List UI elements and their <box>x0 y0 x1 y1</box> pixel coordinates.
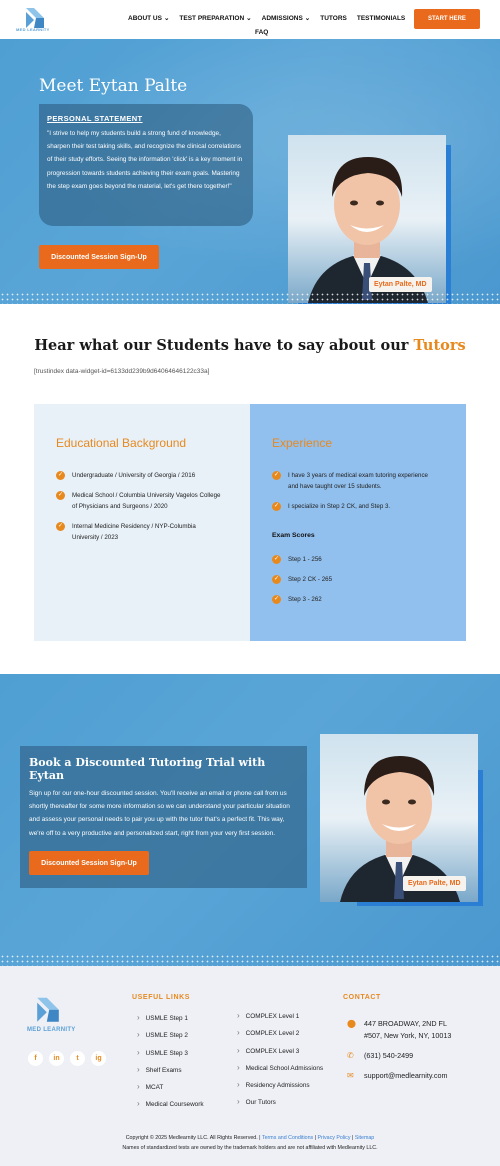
privacy-link[interactable]: Privacy Policy <box>318 1135 351 1141</box>
footer-link[interactable]: Medical School Admissions <box>237 1060 323 1077</box>
top-nav: MED LEARNITY ABOUT US ⌄ TEST PREPARATION ⌄… <box>0 0 500 39</box>
copyright-bar: Copyright © 2025 Medlearnity LLC. All Ri… <box>0 1133 500 1153</box>
experience-list: ✓ I have 3 years of medical exam tutoring… <box>272 470 440 521</box>
copyright-text: Copyright © 2025 Medlearnity LLC. All Ri… <box>125 1135 261 1141</box>
useful-links-heading: USEFUL LINKS <box>132 994 191 1001</box>
menu-admissions[interactable]: ADMISSIONS ⌄ <box>262 14 311 23</box>
check-circle-icon: ✓ <box>272 595 281 604</box>
footer-link[interactable]: USMLE Step 1 <box>137 1010 204 1027</box>
list-item: ✓ Internal Medicine Residency / NYP-Colum… <box>56 522 196 541</box>
logo-text: MED LEARNITY <box>16 27 50 32</box>
dotted-divider <box>0 954 500 966</box>
footer-link[interactable]: USMLE Step 2 <box>137 1027 204 1044</box>
terms-link[interactable]: Terms and Conditions <box>262 1135 313 1141</box>
list-item: ✓ Step 2 CK - 265 <box>272 575 333 584</box>
start-here-button[interactable]: START HERE <box>414 9 480 29</box>
personal-statement-card: PERSONAL STATEMENT "I strive to help my … <box>39 104 253 226</box>
menu-testimonials[interactable]: TESTIMONIALS <box>357 14 405 22</box>
menu-tutors[interactable]: TUTORS <box>320 14 347 22</box>
sitemap-link[interactable]: Sitemap <box>355 1135 374 1141</box>
footer-link[interactable]: COMPLEX Level 1 <box>237 1008 323 1025</box>
exam-scores-list: ✓ Step 1 - 256 ✓ Step 2 CK - 265 ✓ Step 3 -… <box>272 554 332 614</box>
experience-panel: Experience ✓ I have 3 years of medical ex… <box>250 404 466 641</box>
tutor-name-tag: Eytan Palte, MD <box>369 277 432 292</box>
book-trial-section: Book a Discounted Tutoring Trial with Ey… <box>0 674 500 966</box>
trustindex-shortcode: [trustindex data-widget-id=6133dd239b9d6… <box>34 368 210 375</box>
chevron-down-icon: ⌄ <box>246 15 252 22</box>
education-panel: Educational Background ✓ Undergraduate / … <box>34 404 250 641</box>
footer-link[interactable]: COMPLEX Level 2 <box>237 1025 323 1042</box>
book-trial-text: Sign up for our one-hour discounted sess… <box>29 790 290 837</box>
instagram-icon[interactable]: ig <box>91 1051 106 1066</box>
links-column-2: COMPLEX Level 1 COMPLEX Level 2 COMPLEX … <box>237 1008 323 1112</box>
social-links: f in t ig <box>28 1051 106 1066</box>
check-circle-icon: ✓ <box>56 471 65 480</box>
facebook-icon[interactable]: f <box>28 1051 43 1066</box>
education-list: ✓ Undergraduate / University of Georgia /… <box>56 470 224 552</box>
experience-heading: Experience <box>272 436 333 450</box>
contact-heading: CONTACT <box>343 994 381 1001</box>
footer-link[interactable]: Residency Admissions <box>237 1077 323 1094</box>
check-circle-icon: ✓ <box>272 575 281 584</box>
footer-link[interactable]: Shelf Exams <box>137 1062 204 1079</box>
testimonials-heading: Hear what our Students have to say about… <box>34 337 466 354</box>
footer-link[interactable]: Our Tutors <box>237 1094 323 1111</box>
medlearnity-logo[interactable] <box>30 993 66 1029</box>
menu-faq[interactable]: FAQ <box>255 29 268 36</box>
education-heading: Educational Background <box>56 436 187 450</box>
main-menu: ABOUT US ⌄ TEST PREPARATION ⌄ ADMISSIONS ⌄ … <box>128 14 405 23</box>
contact-list: ⬤ 447 BROADWAY, 2ND FL #507, New York, NY… <box>347 1018 464 1090</box>
chevron-down-icon: ⌄ <box>163 15 170 22</box>
footer-link[interactable]: MCAT <box>137 1079 204 1096</box>
statement-text: "I strive to help my students build a st… <box>47 130 243 190</box>
linkedin-icon[interactable]: in <box>49 1051 64 1066</box>
check-circle-icon: ✓ <box>56 491 65 500</box>
footer-link[interactable]: COMPLEX Level 3 <box>237 1043 323 1060</box>
list-item: ✓ Medical School / Columbia University Va… <box>56 491 221 510</box>
check-circle-icon: ✓ <box>272 471 281 480</box>
phone-icon: ✆ <box>347 1051 354 1060</box>
footer-link[interactable]: Medical Coursework <box>137 1096 204 1113</box>
logo-text: MED LEARNITY <box>27 1027 76 1033</box>
hero-section: Meet Eytan Palte PERSONAL STATEMENT "I s… <box>0 39 500 304</box>
list-item: ✓ Step 3 - 262 <box>272 595 322 604</box>
check-circle-icon: ✓ <box>272 555 281 564</box>
book-trial-title: Book a Discounted Tutoring Trial with Ey… <box>29 756 266 782</box>
check-circle-icon: ✓ <box>56 522 65 531</box>
trademark-disclaimer: Names of standardized tests are owned by… <box>122 1145 378 1151</box>
menu-about-us[interactable]: ABOUT US ⌄ <box>128 14 170 23</box>
list-item: ✓ Undergraduate / University of Georgia /… <box>56 471 196 480</box>
discounted-session-button[interactable]: Discounted Session Sign-Up <box>29 851 149 875</box>
envelope-icon: ✉ <box>347 1071 354 1080</box>
discounted-session-button[interactable]: Discounted Session Sign-Up <box>39 245 159 269</box>
contact-address: ⬤ 447 BROADWAY, 2ND FL #507, New York, NY… <box>347 1019 452 1040</box>
menu-test-preparation[interactable]: TEST PREPARATION ⌄ <box>179 14 252 23</box>
list-item: ✓ Step 1 - 256 <box>272 555 322 564</box>
list-item: ✓ I specialize in Step 2 CK, and Step 3. <box>272 502 391 511</box>
dotted-divider <box>0 292 500 304</box>
contact-phone[interactable]: ✆ (631) 540-2499 <box>347 1050 464 1062</box>
chevron-down-icon: ⌄ <box>304 15 311 22</box>
list-item: ✓ I have 3 years of medical exam tutoring… <box>272 471 428 490</box>
check-circle-icon: ✓ <box>272 502 281 511</box>
tutor-name-tag: Eytan Palte, MD <box>403 876 466 891</box>
footer-link[interactable]: USMLE Step 3 <box>137 1045 204 1062</box>
contact-email[interactable]: ✉ support@medlearnity.com <box>347 1070 464 1082</box>
page-title: Meet Eytan Palte <box>39 76 188 96</box>
map-pin-icon: ⬤ <box>347 1019 356 1028</box>
twitter-icon[interactable]: t <box>70 1051 85 1066</box>
exam-scores-heading: Exam Scores <box>272 532 315 539</box>
site-footer: MED LEARNITY f in t ig USEFUL LINKS USML… <box>0 966 500 1166</box>
statement-heading: PERSONAL STATEMENT <box>47 114 143 123</box>
testimonials-section: Hear what our Students have to say about… <box>0 304 500 404</box>
tutor-info-section: Educational Background ✓ Undergraduate / … <box>0 404 500 674</box>
links-column-1: USMLE Step 1 USMLE Step 2 USMLE Step 3 S… <box>137 1010 204 1114</box>
